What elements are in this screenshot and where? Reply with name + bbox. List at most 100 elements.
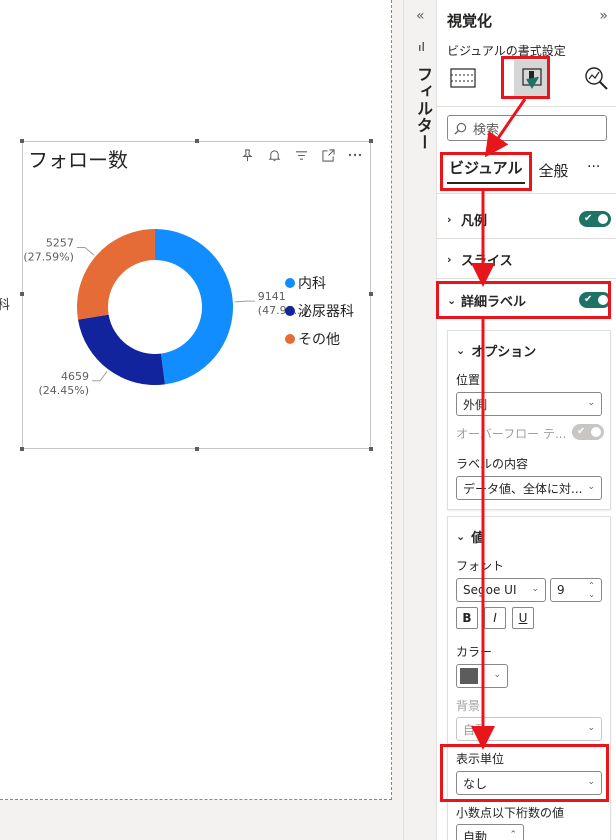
display-units-label: 表示単位	[456, 752, 505, 766]
chart-legend: 内科 泌尿器科 その他	[285, 269, 354, 353]
chevron-right-icon: ›	[447, 212, 452, 226]
divider	[437, 278, 616, 279]
format-tabs: ビジュアル 全般	[447, 155, 583, 185]
legend-item[interactable]: 内科	[285, 269, 354, 297]
legend-dot	[285, 306, 295, 316]
donut-slice[interactable]	[76, 229, 155, 320]
font-family-dropdown[interactable]: Segoe UI ⌄	[456, 578, 546, 602]
dropdown-value: 外側	[463, 397, 488, 412]
decimal-places-stepper[interactable]: 自動 ⌃	[456, 824, 524, 840]
position-label: 位置	[456, 373, 481, 387]
stepper-value: 自動	[463, 829, 488, 840]
report-canvas[interactable]: 科 フォロー数 9141 (47.97...) 4659 (24.45%) 52…	[0, 0, 392, 800]
section-label: 詳細ラベル	[461, 294, 527, 310]
chevron-down-icon: ⌄	[447, 293, 457, 307]
font-label: フォント	[456, 559, 505, 573]
data-label-value: 9141	[258, 290, 286, 303]
search-icon	[454, 122, 467, 135]
divider	[437, 106, 616, 107]
search-placeholder: 検索	[473, 122, 500, 138]
options-card-header[interactable]: ⌄ オプション	[456, 341, 536, 360]
toggle-knob	[591, 427, 601, 437]
chevron-down-icon: ⌄	[531, 584, 539, 594]
toggle-knob	[598, 214, 608, 224]
visualizations-pane: 視覚化 » ビジュアルの書式設定 検索 ビジュアル 全般 ··· › 凡例 ✔ …	[436, 0, 616, 840]
stepper-value: 9	[557, 583, 565, 597]
legend-label: その他	[298, 332, 340, 348]
legend-label: 泌尿器科	[298, 304, 354, 320]
label-content-dropdown[interactable]: データ値、全体に対... ⌄	[456, 476, 602, 500]
overflow-toggle[interactable]: ✔	[572, 424, 604, 440]
chevron-down-icon: ⌄	[587, 398, 595, 408]
tab-general[interactable]: 全般	[539, 160, 569, 181]
format-visual-icon[interactable]	[514, 60, 550, 96]
font-size-stepper[interactable]: 9 ⌃ ⌄	[550, 578, 602, 602]
legend-dot	[285, 278, 295, 288]
color-picker[interactable]: ⌄	[456, 664, 508, 688]
chevron-down-icon: ⌄	[456, 530, 466, 543]
section-label: 凡例	[461, 213, 488, 229]
legend-item[interactable]: 泌尿器科	[285, 297, 354, 325]
check-icon: ✔	[584, 294, 593, 305]
truncated-label: 科	[0, 298, 11, 313]
pane-title: 視覚化	[447, 12, 493, 30]
donut-slice[interactable]	[155, 229, 233, 385]
leader-line	[234, 300, 255, 303]
check-icon: ✔	[577, 426, 586, 437]
legend-dot	[285, 334, 295, 344]
tab-visual[interactable]: ビジュアル	[447, 157, 525, 184]
divider	[437, 193, 616, 194]
italic-button[interactable]: I	[484, 607, 506, 629]
search-input[interactable]: 検索	[447, 115, 607, 141]
collapse-pane-icon[interactable]: »	[599, 8, 608, 24]
data-label-value: 5257	[46, 236, 74, 249]
dropdown-value: データ値、全体に対...	[463, 481, 583, 496]
color-label: カラー	[456, 645, 493, 659]
leader-line	[76, 246, 95, 256]
section-slice[interactable]: › スライス	[447, 246, 609, 272]
filters-pane-label[interactable]: フィルター	[411, 66, 435, 151]
position-dropdown[interactable]: 外側 ⌄	[456, 392, 602, 416]
more-tabs-icon[interactable]: ···	[587, 159, 600, 175]
card-title: 値	[471, 531, 485, 546]
display-units-dropdown[interactable]: なし ⌄	[456, 771, 602, 795]
color-swatch	[460, 668, 478, 684]
background-dropdown: 自動 ⌄	[456, 717, 602, 741]
underline-button[interactable]: U	[512, 607, 534, 629]
donut-slice[interactable]	[78, 314, 165, 385]
bold-button[interactable]: B	[456, 607, 478, 629]
dropdown-value: Segoe UI	[463, 583, 517, 597]
stepper-arrows-icon[interactable]: ⌃	[509, 830, 517, 840]
chevron-down-icon: ⌄	[587, 723, 595, 733]
stepper-arrows-icon[interactable]: ⌃ ⌄	[588, 581, 595, 599]
chevron-right-icon: ›	[447, 252, 452, 266]
donut-chart-visual[interactable]: フォロー数 9141 (47.97...) 4659 (24.45%) 5257 (27.…	[20, 139, 373, 451]
data-label-value: 4659	[61, 370, 89, 383]
legend-toggle[interactable]: ✔	[579, 211, 611, 227]
dropdown-value: なし	[463, 776, 488, 791]
legend-item[interactable]: その他	[285, 325, 354, 353]
chevron-down-icon: ⌄	[456, 344, 466, 357]
data-label-percent: (27.59%)	[23, 250, 74, 263]
filters-pane-collapsed[interactable]: « フィルター	[403, 0, 436, 840]
options-card: ⌄ オプション 位置 外側 ⌄ オーバーフロー テ... ✔ ラベルの内容 デー…	[447, 330, 611, 510]
divider	[437, 238, 616, 239]
filter-bars-icon	[419, 42, 425, 54]
toggle-knob	[598, 295, 608, 305]
chevron-down-icon: ⌄	[587, 777, 595, 787]
leader-line	[92, 370, 108, 382]
build-visual-icon[interactable]	[447, 62, 479, 94]
legend-label: 内科	[298, 276, 326, 292]
analytics-icon[interactable]	[580, 62, 612, 94]
check-icon: ✔	[584, 213, 593, 224]
label-content-label: ラベルの内容	[456, 457, 529, 471]
values-card-header[interactable]: ⌄ 値	[456, 527, 484, 546]
detail-labels-toggle[interactable]: ✔	[579, 292, 611, 308]
status-bar	[0, 800, 403, 840]
chevron-down-icon: ⌄	[493, 670, 501, 680]
data-label-percent: (24.45%)	[39, 384, 90, 397]
section-label: スライス	[461, 253, 513, 269]
decimal-places-label: 小数点以下桁数の値	[456, 806, 565, 820]
expand-filters-icon[interactable]: «	[416, 8, 425, 24]
chevron-down-icon: ⌄	[587, 482, 595, 492]
